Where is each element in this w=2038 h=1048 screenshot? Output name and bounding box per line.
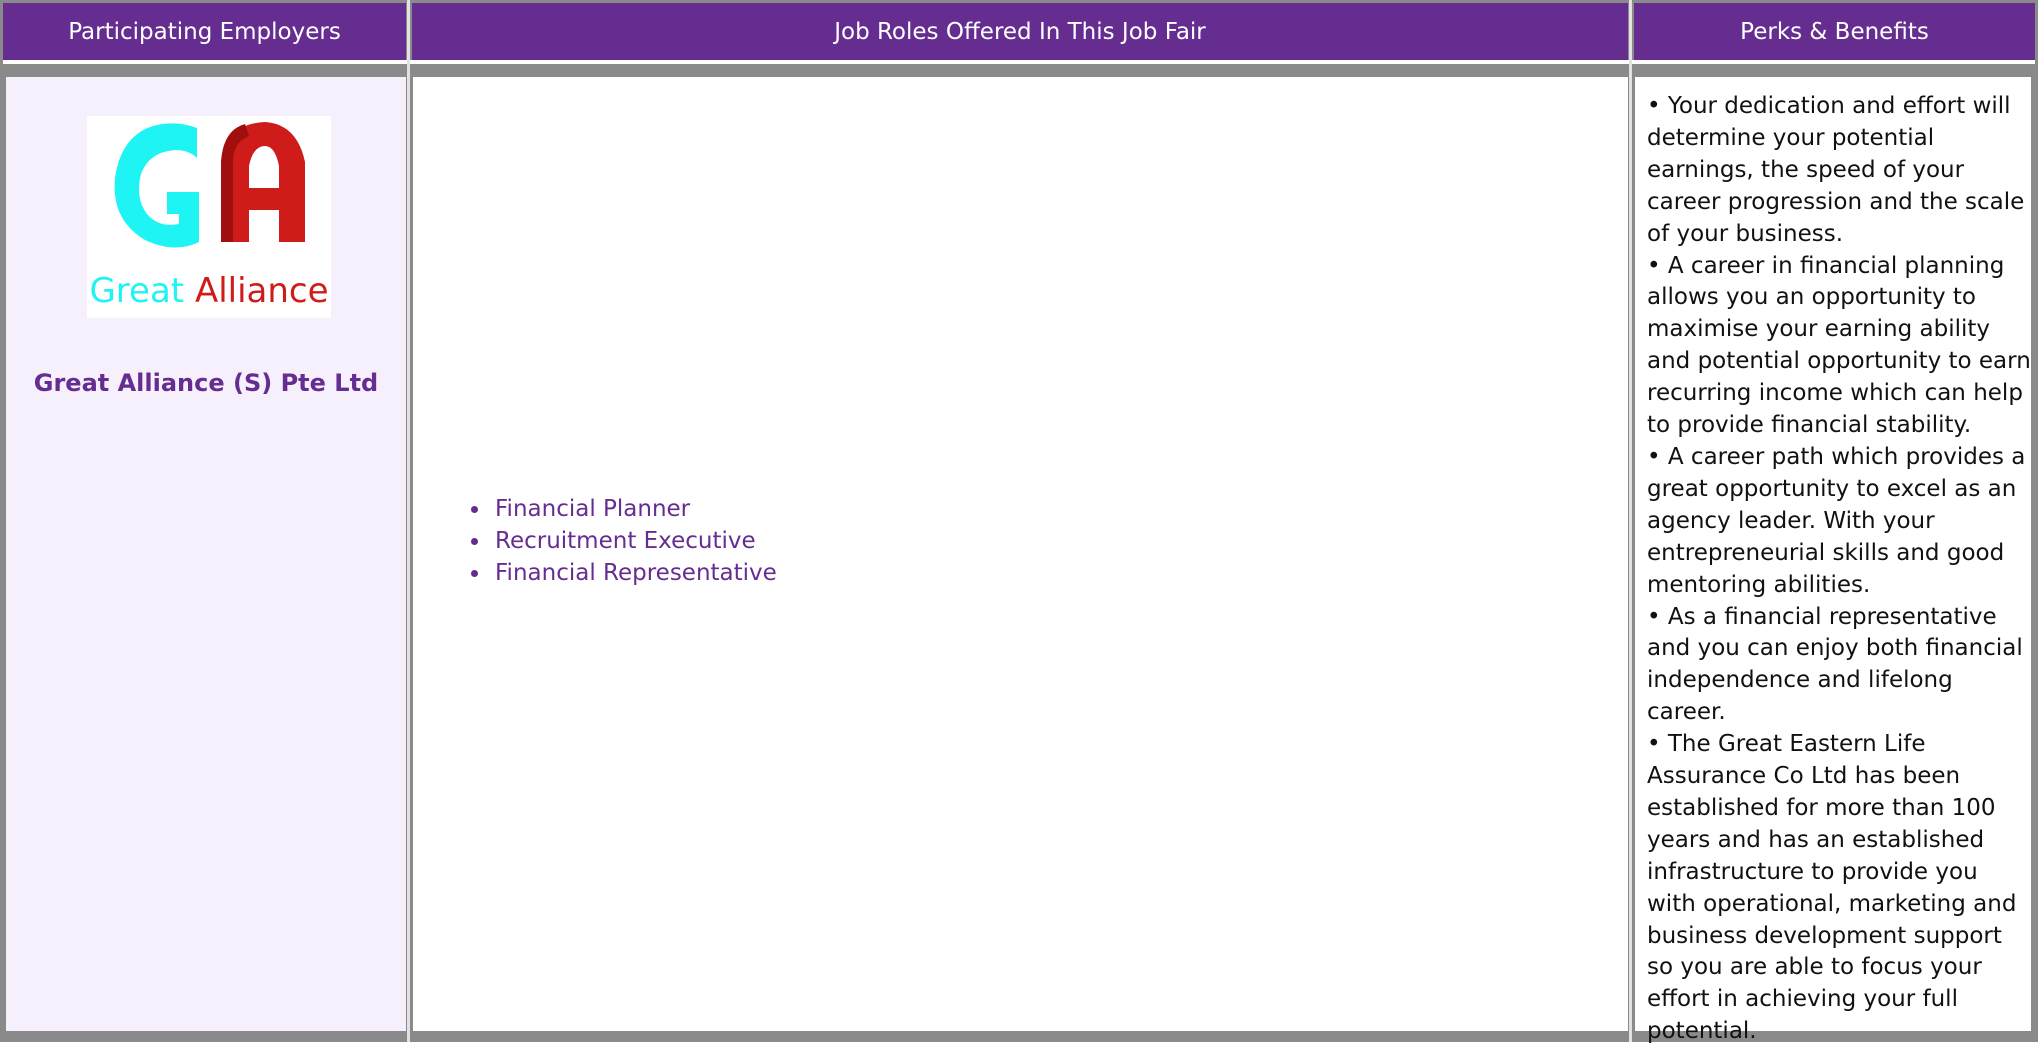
- employer-cell: Great Alliance Great Alliance (S) Pte Lt…: [6, 77, 406, 1031]
- job-role-item: Recruitment Executive: [471, 525, 777, 557]
- great-alliance-logo[interactable]: Great Alliance: [87, 116, 331, 318]
- perks-cell: • Your dedication and effort will determ…: [1635, 77, 2031, 1044]
- column-divider: [407, 0, 410, 1042]
- job-role-item: Financial Planner: [471, 493, 777, 525]
- column-divider: [1629, 0, 1632, 1042]
- perk-item: • The Great Eastern Life Assurance Co Lt…: [1647, 731, 2017, 1045]
- perk-item: • Your dedication and effort will determ…: [1647, 93, 2025, 247]
- perk-item: • A career path which provides a great o…: [1647, 443, 2026, 598]
- header-perks-benefits: Perks & Benefits: [1634, 3, 2035, 60]
- job-fair-table: Participating Employers Job Roles Offere…: [0, 0, 2038, 1044]
- perk-item: • A career in financial planning allows …: [1647, 252, 2031, 439]
- employer-name[interactable]: Great Alliance (S) Pte Ltd: [6, 369, 406, 397]
- header-participating-employers: Participating Employers: [3, 3, 406, 60]
- perks-list: • Your dedication and effort will determ…: [1647, 91, 2031, 1048]
- logo-wordmark: Great Alliance: [89, 271, 328, 311]
- job-roles-list: Financial Planner Recruitment Executive Fi…: [471, 493, 777, 589]
- header-divider: [3, 60, 2035, 64]
- perk-item: • As a financial representative and you …: [1647, 603, 2023, 726]
- job-role-item: Financial Representative: [471, 557, 777, 589]
- header-job-roles: Job Roles Offered In This Job Fair: [412, 3, 1628, 60]
- job-roles-cell: Financial Planner Recruitment Executive Fi…: [413, 77, 1628, 1031]
